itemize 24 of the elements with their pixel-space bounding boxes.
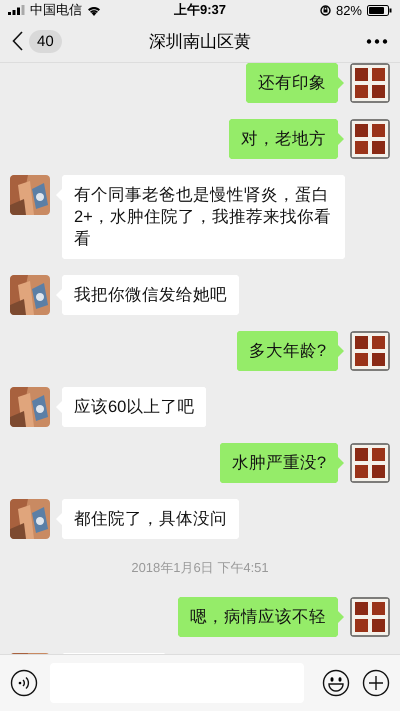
back-icon[interactable] bbox=[12, 31, 23, 51]
message-bubble: 多大年龄? bbox=[236, 331, 344, 371]
message-bubble: 水肿严重没? bbox=[220, 443, 344, 483]
message-bubble: 都住院了，具体没问 bbox=[56, 499, 239, 539]
rotation-lock-icon bbox=[320, 4, 331, 16]
plus-icon[interactable] bbox=[362, 669, 390, 697]
unread-count-badge[interactable]: 40 bbox=[29, 30, 62, 52]
battery-percent: 82% bbox=[336, 2, 362, 18]
signal-icon bbox=[8, 5, 25, 15]
chat-title: 深圳南山区黄 bbox=[149, 32, 251, 50]
message-bubble: 应该60以上了吧 bbox=[56, 387, 206, 427]
status-time: 上午9:37 bbox=[174, 1, 226, 19]
carrier-name: 中国电信 bbox=[30, 1, 82, 19]
battery-icon bbox=[367, 4, 392, 16]
voice-icon[interactable] bbox=[10, 669, 38, 697]
message-bubble: 还有印象 bbox=[246, 63, 344, 103]
message-bubble: 有个同事老爸也是慢性肾炎，蛋白2+，水肿住院了，我推荐来找你看看 bbox=[56, 175, 345, 259]
timestamp: 2018年1月6日 下午4:51 bbox=[131, 559, 269, 577]
wifi-icon bbox=[87, 4, 101, 16]
message-bubble: 我把你微信发给她吧 bbox=[56, 275, 239, 315]
more-icon[interactable] bbox=[366, 38, 388, 44]
emoji-icon[interactable] bbox=[322, 669, 350, 697]
message-bubble: 嗯，病情应该不轻 bbox=[178, 597, 344, 637]
message-bubble: 对，老地方 bbox=[229, 119, 344, 159]
